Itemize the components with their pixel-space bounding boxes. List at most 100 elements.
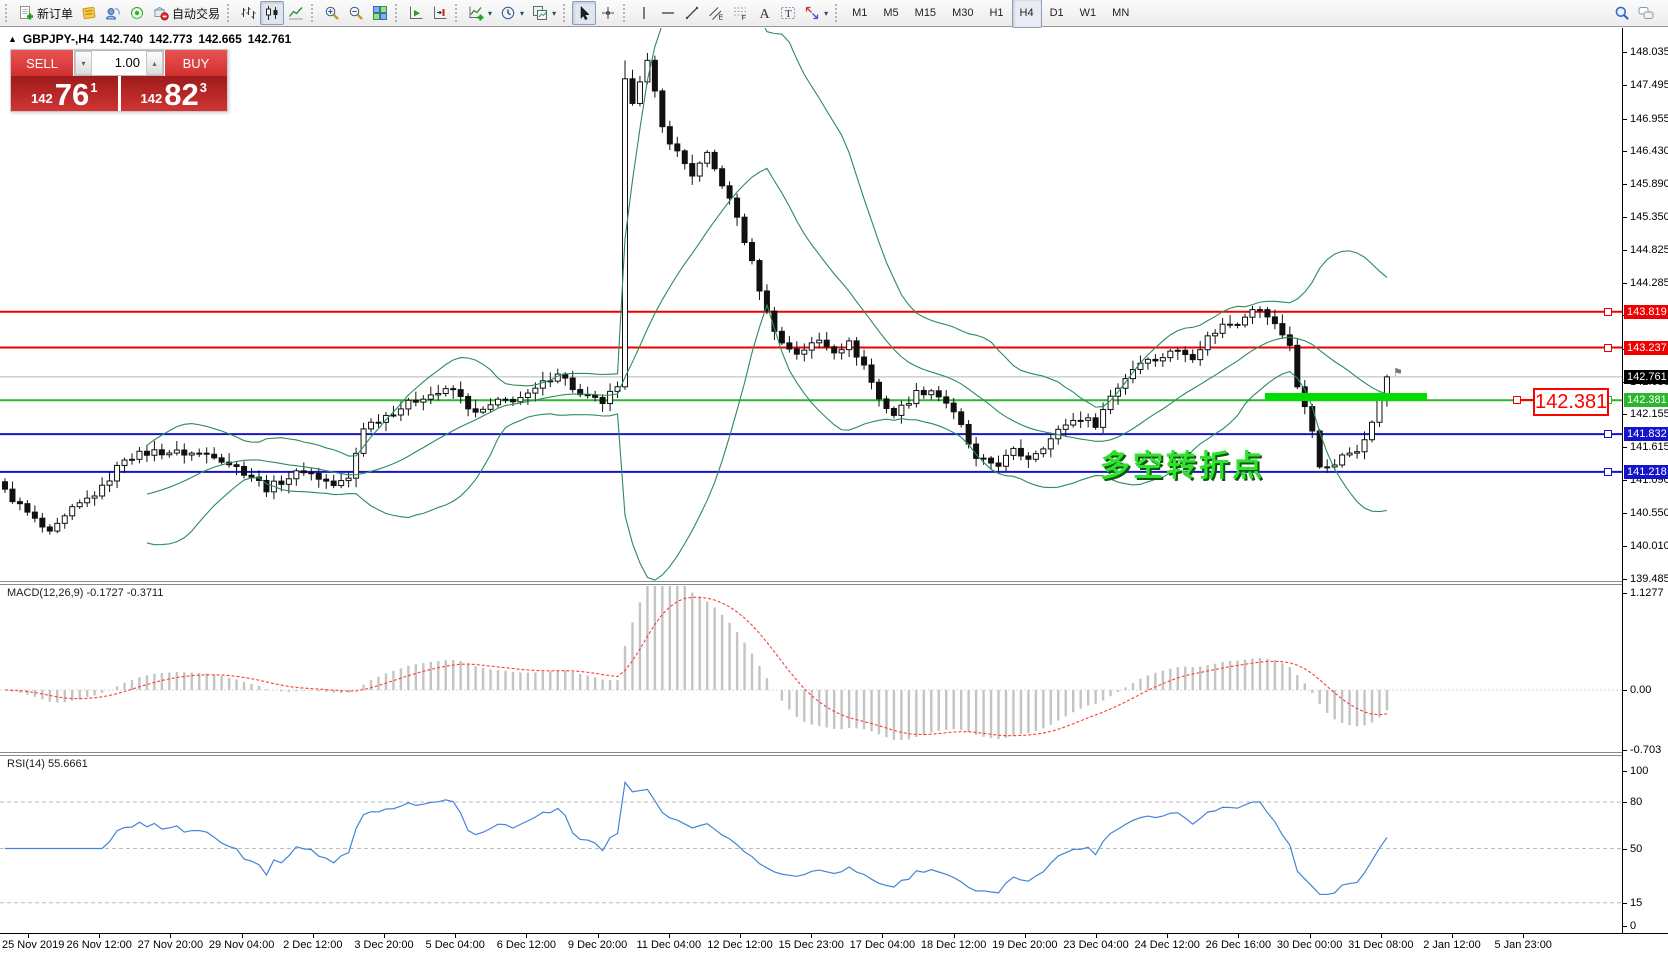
time-tick: 31 Dec 08:00 — [1348, 939, 1413, 951]
price-tick-mark — [1623, 217, 1627, 218]
price-tick: 140.550 — [1630, 507, 1668, 519]
line-handle[interactable] — [1604, 430, 1612, 438]
search-icon — [1614, 5, 1630, 21]
toolbar-autotrading-button[interactable]: 自动交易 — [149, 1, 224, 25]
one-click-trading-panel: SELL ▾ 1.00 ▴ BUY 142 76 1 142 82 3 — [10, 49, 228, 112]
toolbar-grip — [563, 4, 569, 22]
quote-open: 142.740 — [100, 32, 143, 46]
tf-button-M5[interactable]: M5 — [875, 0, 906, 28]
time-tick-mark — [882, 934, 883, 938]
toolbar-grip — [835, 4, 841, 22]
toolbar-market-watch-button[interactable] — [77, 1, 101, 25]
toolbar-indicators-button[interactable]: ▾ — [464, 1, 496, 25]
price-tag-handle[interactable] — [1513, 396, 1521, 404]
price-tick-mark — [1623, 52, 1627, 53]
chevron-down-icon: ▾ — [488, 9, 492, 18]
toolbar-search-button[interactable] — [1610, 1, 1634, 25]
toolbar-channel-button[interactable]: E — [704, 1, 728, 25]
chevron-down-icon: ▾ — [552, 9, 556, 18]
tf-button-W1[interactable]: W1 — [1072, 0, 1105, 28]
time-tick-mark — [170, 934, 171, 938]
chat-icon — [1638, 5, 1654, 21]
templates-icon — [532, 5, 548, 21]
line-handle[interactable] — [1604, 308, 1612, 316]
time-tick-mark — [1310, 934, 1311, 938]
tf-button-MN[interactable]: MN — [1104, 0, 1137, 28]
flag-marker-icon[interactable]: ⚑ — [1393, 366, 1403, 379]
toolbar-periods-button[interactable]: ▾ — [496, 1, 528, 25]
time-tick-mark — [526, 934, 527, 938]
time-tick-mark — [455, 934, 456, 938]
time-tick: 26 Dec 16:00 — [1206, 939, 1271, 951]
toolbar-cursor-button[interactable] — [572, 1, 596, 25]
toolbar-bar-chart-button[interactable] — [236, 1, 260, 25]
tf-button-H4[interactable]: H4 — [1012, 0, 1042, 28]
price-tick-mark — [1623, 283, 1627, 284]
time-tick-mark — [954, 934, 955, 938]
toolbar-text-label-button[interactable]: T — [776, 1, 800, 25]
toolbar-zoom-in-button[interactable] — [320, 1, 344, 25]
zoom-in-icon — [324, 5, 340, 21]
text-icon: A — [756, 5, 772, 21]
sell-button[interactable]: SELL — [11, 50, 73, 76]
toolbar-candlestick-chart-button[interactable] — [260, 1, 284, 25]
tf-button-M30[interactable]: M30 — [944, 0, 981, 28]
toolbar-grip — [311, 4, 317, 22]
toolbar-crosshair-button[interactable] — [596, 1, 620, 25]
highlight-zone-object[interactable] — [1265, 393, 1427, 401]
pane-separator-macd[interactable] — [0, 581, 1668, 585]
toolbar-horizontal-line-button[interactable] — [656, 1, 680, 25]
time-tick: 25 Nov 2019 — [2, 939, 64, 951]
tf-button-D1[interactable]: D1 — [1042, 0, 1072, 28]
price-chart-canvas[interactable] — [0, 28, 1622, 933]
volume-decrease-button[interactable]: ▾ — [75, 51, 92, 75]
text-annotation-object[interactable]: 多空转折点 — [1100, 441, 1265, 485]
buy-button[interactable]: BUY — [165, 50, 227, 76]
line-handle[interactable] — [1604, 344, 1612, 352]
toolbar-templates-button[interactable]: ▾ — [528, 1, 560, 25]
channel-icon: E — [708, 5, 724, 21]
quote-line: ▲ GBPJPY-,H4 142.740 142.773 142.665 142… — [8, 32, 291, 46]
time-tick: 23 Dec 04:00 — [1063, 939, 1128, 951]
price-tick-mark — [1623, 119, 1627, 120]
time-tick: 6 Dec 12:00 — [497, 939, 556, 951]
toolbar-text-button[interactable]: A — [752, 1, 776, 25]
tf-button-M15[interactable]: M15 — [907, 0, 944, 28]
volume-increase-button[interactable]: ▴ — [146, 51, 163, 75]
signals-icon — [129, 5, 145, 21]
toolbar-auto-scroll-button[interactable] — [404, 1, 428, 25]
rsi-indicator-label: RSI(14) 55.6661 — [7, 758, 88, 770]
toolbar-trendline-button[interactable] — [680, 1, 704, 25]
price-line-badge: 142.761 — [1624, 370, 1668, 384]
time-axis[interactable]: 25 Nov 201926 Nov 12:0027 Nov 20:0029 No… — [0, 933, 1668, 953]
price-tick-mark — [1623, 184, 1627, 185]
toolbar-data-window-button[interactable] — [101, 1, 125, 25]
volume-input[interactable]: 1.00 — [92, 51, 146, 75]
toolbar-fibonacci-button[interactable]: F — [728, 1, 752, 25]
sell-price-display[interactable]: 142 76 1 — [11, 76, 118, 111]
tf-button-H1[interactable]: H1 — [981, 0, 1011, 28]
macd-tick: 0.00 — [1630, 684, 1651, 696]
toolbar-grip — [623, 4, 629, 22]
toolbar-new-order-button[interactable]: 新订单 — [14, 1, 77, 25]
toolbar-arrows-button[interactable]: ▾ — [800, 1, 832, 25]
toolbar-vertical-line-button[interactable] — [632, 1, 656, 25]
quote-low: 142.665 — [198, 32, 241, 46]
price-tick: 142.155 — [1630, 408, 1668, 420]
pane-separator-rsi[interactable] — [0, 752, 1668, 756]
buy-price-display[interactable]: 142 82 3 — [121, 76, 228, 111]
toolbar-line-chart-button[interactable] — [284, 1, 308, 25]
time-tick: 24 Dec 12:00 — [1134, 939, 1199, 951]
line-handle[interactable] — [1604, 468, 1612, 476]
toolbar-zoom-out-button[interactable] — [344, 1, 368, 25]
quote-high: 142.773 — [149, 32, 192, 46]
toolbar-chart-shift-button[interactable] — [428, 1, 452, 25]
macd-tick-mark — [1623, 750, 1627, 751]
toolbar-tile-windows-button[interactable] — [368, 1, 392, 25]
price-tag-object[interactable]: 142.381 — [1533, 388, 1609, 416]
tf-button-M1[interactable]: M1 — [844, 0, 875, 28]
toolbar-signals-button[interactable] — [125, 1, 149, 25]
toolbar-chat-button[interactable] — [1634, 1, 1658, 25]
price-tick-mark — [1623, 513, 1627, 514]
price-axis[interactable]: 148.035147.495146.955146.430145.890145.3… — [1622, 28, 1668, 933]
